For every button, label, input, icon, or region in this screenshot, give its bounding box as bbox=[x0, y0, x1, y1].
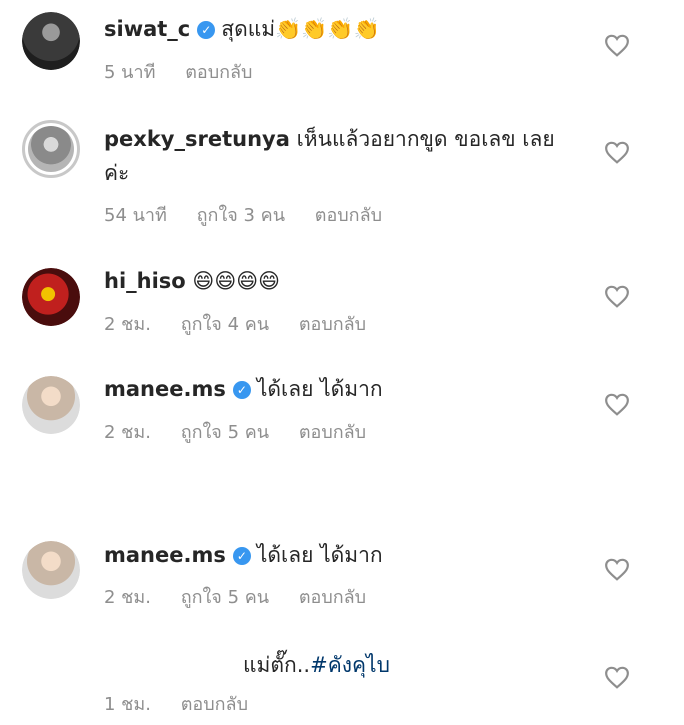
comment-time: 2 ชม. bbox=[104, 314, 151, 335]
username[interactable]: manee.ms bbox=[104, 377, 226, 401]
avatar[interactable] bbox=[22, 120, 80, 178]
like-count[interactable]: ถูกใจ 5 คน bbox=[181, 422, 269, 443]
reply-button[interactable]: ตอบกลับ bbox=[185, 62, 252, 83]
reply-button[interactable]: ตอบกลับ bbox=[315, 205, 382, 226]
comment-text-continued: ค่ะ bbox=[104, 161, 130, 185]
avatar[interactable] bbox=[22, 541, 80, 599]
reply-button[interactable]: ตอบกลับ bbox=[299, 314, 366, 335]
username[interactable]: manee.ms bbox=[104, 543, 226, 567]
reply-button[interactable]: ตอบกลับ bbox=[181, 694, 248, 715]
comment-time: 2 ชม. bbox=[104, 587, 151, 608]
heart-icon[interactable] bbox=[604, 33, 630, 57]
avatar[interactable] bbox=[22, 12, 80, 70]
like-count[interactable]: ถูกใจ 4 คน bbox=[181, 314, 269, 335]
verified-badge-icon: ✓ bbox=[197, 21, 216, 39]
heart-icon[interactable] bbox=[604, 284, 630, 308]
heart-icon[interactable] bbox=[604, 140, 630, 164]
verified-badge-icon: ✓ bbox=[232, 381, 251, 399]
reply-button[interactable]: ตอบกลับ bbox=[299, 587, 366, 608]
comment-time: 2 ชม. bbox=[104, 422, 151, 443]
comment-time: 5 นาที bbox=[104, 62, 156, 83]
heart-icon[interactable] bbox=[604, 392, 630, 416]
hashtag-link[interactable]: #คังคุไบ bbox=[310, 653, 390, 677]
comment-text: ได้เลย ได้มาก bbox=[256, 543, 383, 567]
reply-button[interactable]: ตอบกลับ bbox=[299, 422, 366, 443]
heart-icon[interactable] bbox=[604, 557, 630, 581]
avatar[interactable] bbox=[22, 376, 80, 434]
comment-text: สุดแม่👏👏👏👏 bbox=[221, 17, 380, 41]
like-count[interactable]: ถูกใจ 5 คน bbox=[181, 587, 269, 608]
comment-time: 1 ชม. bbox=[104, 694, 151, 715]
comment-text: แม่ตั๊ก.. bbox=[243, 653, 311, 677]
like-count[interactable]: ถูกใจ 3 คน bbox=[197, 205, 285, 226]
comment-text: เห็นแล้วอยากขูด ขอเลข เลย bbox=[296, 127, 555, 151]
verified-badge-icon: ✓ bbox=[232, 547, 251, 565]
username[interactable]: hi_hiso bbox=[104, 269, 186, 293]
username[interactable]: siwat_c bbox=[104, 17, 190, 41]
comment-text: 😄😄😄😄 bbox=[192, 269, 280, 293]
comment-text: ได้เลย ได้มาก bbox=[256, 377, 383, 401]
username[interactable]: pexky_sretunya bbox=[104, 127, 290, 151]
comment-time: 54 นาที bbox=[104, 205, 167, 226]
heart-icon[interactable] bbox=[604, 665, 630, 689]
avatar[interactable] bbox=[22, 268, 80, 326]
